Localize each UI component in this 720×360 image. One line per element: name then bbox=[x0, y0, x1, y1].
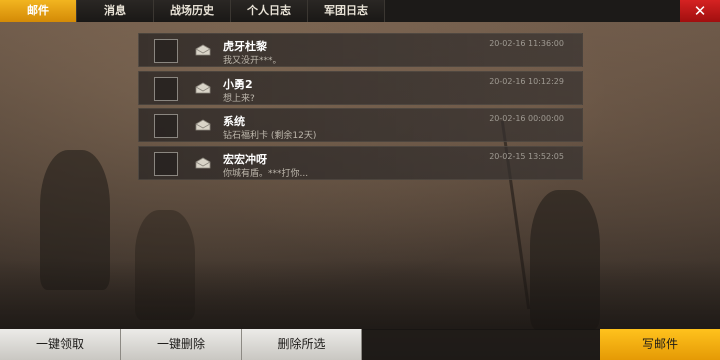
mail-sender: 宏宏冲呀 bbox=[223, 152, 267, 166]
delete-all-button[interactable]: 一键删除 bbox=[121, 329, 242, 360]
close-icon: ✕ bbox=[693, 2, 707, 20]
envelope-open-icon bbox=[195, 119, 211, 131]
envelope-open-icon bbox=[195, 82, 211, 93]
mail-checkbox[interactable] bbox=[154, 151, 178, 176]
mail-sender: 小勇2 bbox=[223, 77, 253, 91]
claim-all-button[interactable]: 一键领取 bbox=[0, 329, 121, 360]
mail-row[interactable]: 小勇2 想上来? 20-02-16 10:12:29 bbox=[138, 70, 583, 105]
envelope-open-icon bbox=[195, 44, 211, 56]
mail-row[interactable]: 虎牙杜黎 我又没开***。 20-02-16 11:36:00 bbox=[138, 33, 583, 67]
action-bar: 一键领取 一键删除 删除所选 写邮件 bbox=[0, 329, 720, 360]
mail-checkbox[interactable] bbox=[154, 114, 178, 138]
mail-time: 20-02-16 11:36:00 bbox=[489, 39, 564, 48]
tab-legion-log[interactable]: 军团日志 bbox=[308, 0, 385, 22]
background-battlefield bbox=[0, 260, 720, 330]
delete-selected-button[interactable]: 删除所选 bbox=[242, 329, 362, 360]
mail-time: 20-02-16 00:00:00 bbox=[489, 114, 564, 123]
mail-sender: 系统 bbox=[223, 115, 245, 128]
envelope-open-icon bbox=[195, 157, 211, 168]
tab-mail[interactable]: 邮件 bbox=[0, 0, 77, 22]
mail-preview: 你城有盾。***打你... bbox=[223, 168, 309, 179]
mail-time: 20-02-15 13:52:05 bbox=[489, 151, 564, 161]
mail-row[interactable]: 系统 钻石福利卡 (剩余12天) 20-02-16 00:00:00 bbox=[138, 108, 583, 142]
mail-sender: 虎牙杜黎 bbox=[223, 40, 267, 53]
write-mail-button[interactable]: 写邮件 bbox=[600, 329, 720, 360]
mail-preview: 想上来? bbox=[223, 93, 255, 104]
mail-checkbox[interactable] bbox=[154, 39, 178, 63]
tab-battle-history[interactable]: 战场历史 bbox=[154, 0, 231, 22]
mail-row[interactable]: 宏宏冲呀 你城有盾。***打你... 20-02-15 13:52:05 bbox=[138, 145, 583, 180]
mail-list: 虎牙杜黎 我又没开***。 20-02-16 11:36:00 小勇2 想上来?… bbox=[138, 33, 583, 183]
mail-checkbox[interactable] bbox=[154, 76, 178, 101]
tab-bar: 邮件 消息 战场历史 个人日志 军团日志 ✕ bbox=[0, 0, 720, 22]
close-button[interactable]: ✕ bbox=[680, 0, 720, 22]
tab-messages[interactable]: 消息 bbox=[77, 0, 154, 22]
tab-personal-log[interactable]: 个人日志 bbox=[231, 0, 308, 22]
mail-preview: 我又没开***。 bbox=[223, 56, 282, 66]
mail-preview: 钻石福利卡 (剩余12天) bbox=[223, 131, 317, 141]
mail-time: 20-02-16 10:12:29 bbox=[489, 76, 564, 86]
